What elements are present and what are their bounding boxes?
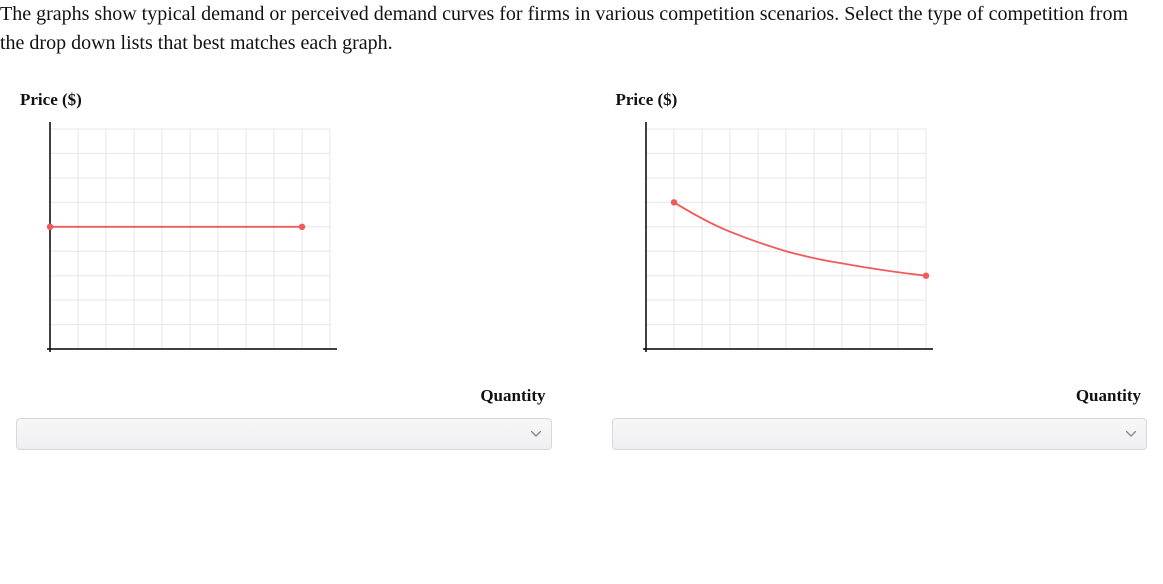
chart-right-svg bbox=[636, 119, 936, 369]
chart-left-svg bbox=[40, 119, 340, 369]
chart-cell-left: Price ($) bbox=[16, 88, 552, 450]
chevron-down-icon bbox=[1126, 431, 1136, 437]
competition-type-select-right[interactable] bbox=[612, 418, 1148, 450]
chart-left bbox=[40, 119, 552, 378]
chart-left-grid bbox=[50, 129, 330, 349]
competition-type-select-left[interactable] bbox=[16, 418, 552, 450]
x-axis-label-left: Quantity bbox=[16, 384, 546, 409]
page: The graphs show typical demand or percei… bbox=[0, 0, 1163, 470]
chart-cell-right: Price ($) bbox=[612, 88, 1148, 450]
chevron-down-icon bbox=[531, 431, 541, 437]
y-axis-label-left: Price ($) bbox=[20, 88, 552, 113]
prompt-text: The graphs show typical demand or percei… bbox=[0, 0, 1163, 58]
charts-row: Price ($) bbox=[0, 88, 1163, 450]
x-axis-label-right: Quantity bbox=[612, 384, 1142, 409]
chart-right-grid bbox=[646, 129, 926, 349]
chart-right-axes bbox=[643, 122, 933, 352]
chart-right bbox=[636, 119, 1148, 378]
chart-right-series bbox=[670, 199, 928, 279]
y-axis-label-right: Price ($) bbox=[616, 88, 1148, 113]
chart-left-series bbox=[47, 223, 305, 229]
chart-left-axes bbox=[47, 122, 337, 352]
